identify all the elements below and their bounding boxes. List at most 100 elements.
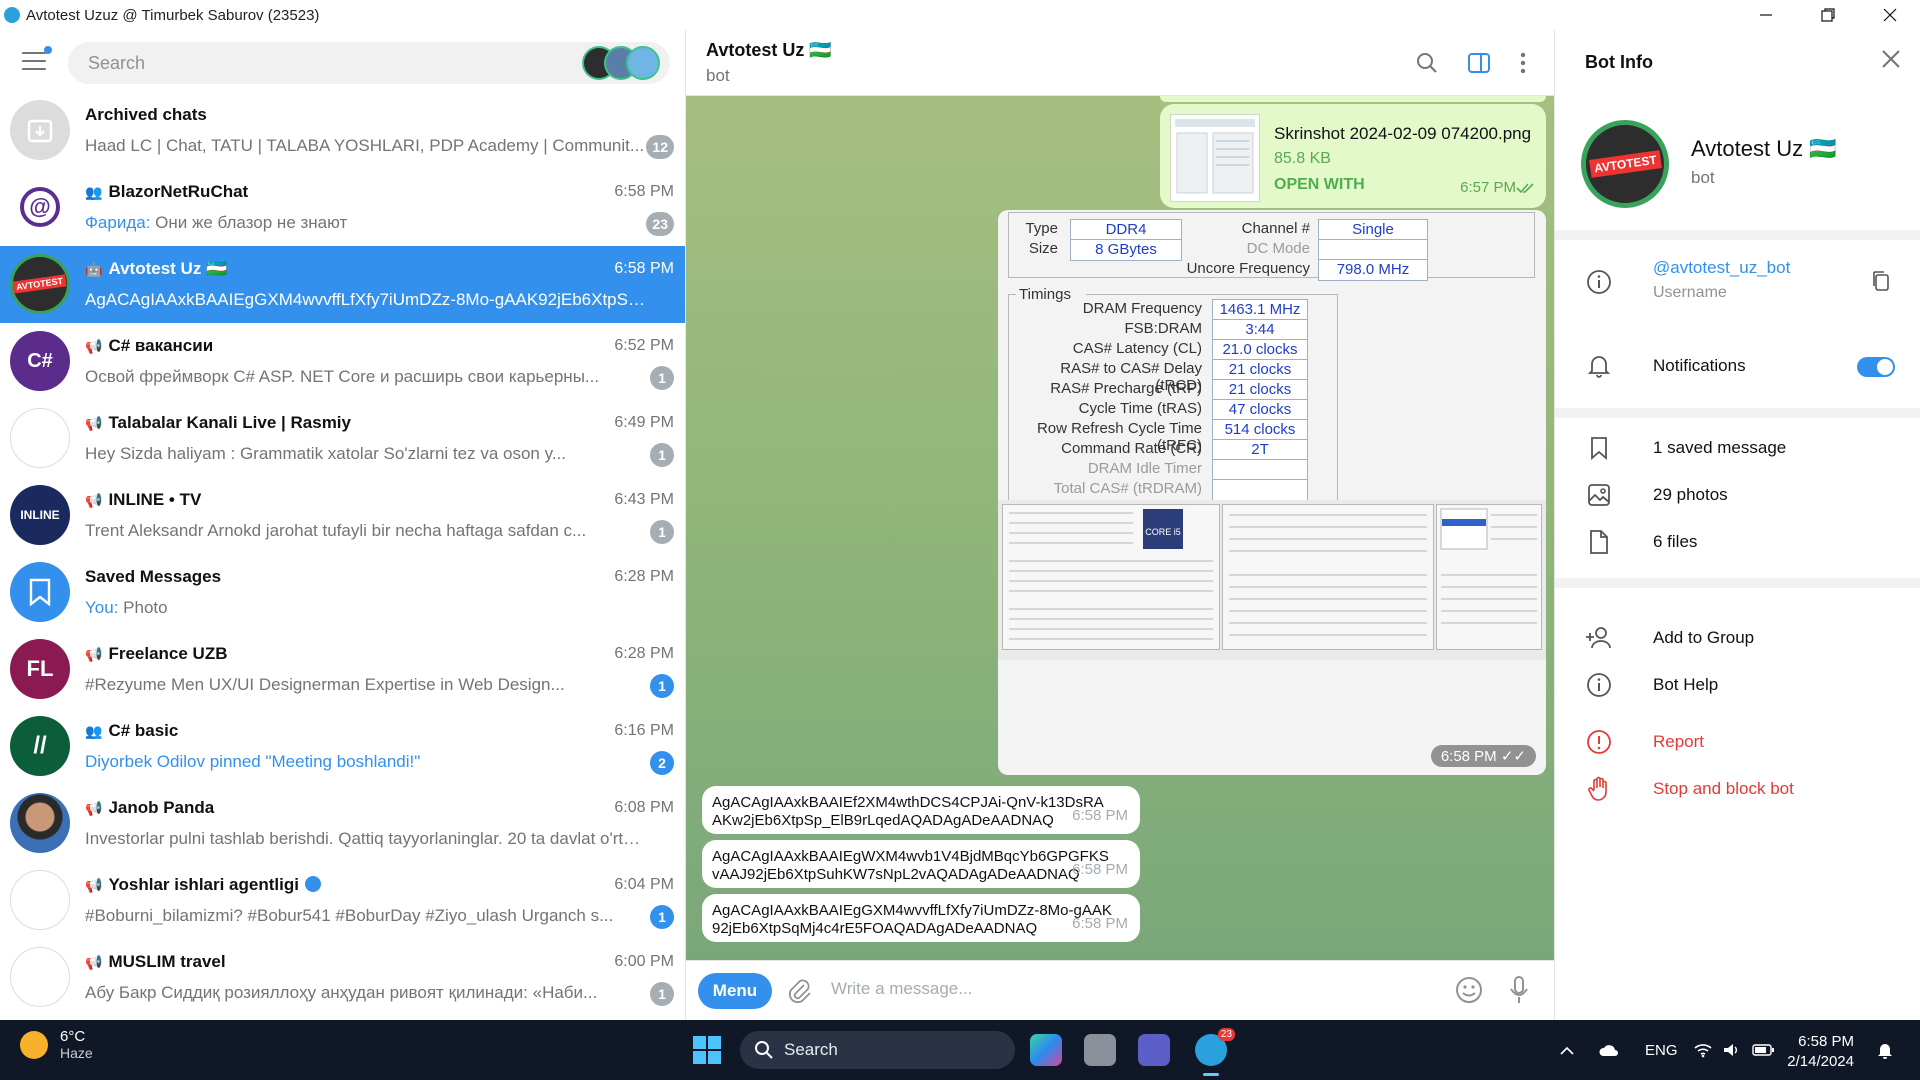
chat-name: 👥 C# basic	[85, 721, 179, 740]
input-language[interactable]: ENG	[1645, 1020, 1678, 1080]
file-thumbnail[interactable]	[1170, 114, 1260, 202]
chat-list-item[interactable]: INLINE 📢 INLINE • TV 6:43 PM Trent Aleksandr…	[0, 477, 685, 554]
chat-name: 📢 MUSLIM travel	[85, 952, 226, 971]
chat-list-item[interactable]: C# 📢 C# вакансии 6:52 PM Освой фреймворк C# …	[0, 323, 685, 400]
copy-icon[interactable]	[1871, 270, 1891, 297]
files-row[interactable]: 6 files	[1555, 528, 1920, 558]
incoming-message[interactable]: AgACAgIAAxkBAAIEf2XM4wthDCS4CPJAi-QnV-k1…	[702, 786, 1140, 834]
taskbar-search[interactable]: Search	[740, 1031, 1015, 1069]
stop-bot-row[interactable]: Stop and block bot	[1555, 775, 1920, 805]
teams-chat-icon[interactable]	[1138, 1034, 1170, 1066]
microphone-icon[interactable]	[1508, 975, 1530, 1010]
warning-icon	[1585, 728, 1613, 756]
incoming-message[interactable]: AgACAgIAAxkBAAIEgGXM4wvvffLfXfy7iUmDZz-8…	[702, 894, 1140, 942]
bot-help-row[interactable]: Bot Help	[1555, 671, 1920, 701]
chat-avatar: C#	[10, 331, 70, 391]
saved-messages-row[interactable]: 1 saved message	[1555, 434, 1920, 464]
chat-list-item[interactable]: 📢 Yoshlar ishlari agentligi 6:04 PM #Boburn…	[0, 862, 685, 939]
open-with-button[interactable]: OPEN WITH	[1274, 176, 1365, 194]
dc-mode-value	[1318, 239, 1428, 261]
photos-row[interactable]: 29 photos	[1555, 481, 1920, 511]
task-view-icon[interactable]	[1084, 1034, 1116, 1066]
emoji-icon[interactable]	[1454, 975, 1484, 1010]
bot-menu-button[interactable]: Menu	[698, 973, 772, 1009]
story-avatar[interactable]	[626, 46, 660, 80]
close-icon[interactable]	[1882, 48, 1900, 74]
copilot-icon[interactable]	[1030, 1034, 1062, 1066]
file-name: Skrinshot 2024-02-09 074200.png	[1274, 124, 1532, 143]
channel-icon: 📢	[85, 877, 103, 893]
timing-value: 514 clocks	[1212, 419, 1308, 441]
chat-panel: Avtotest Uz 🇺🇿 bot Skrinshot 2024-02-09 …	[686, 30, 1554, 1020]
bot-avatar[interactable]: AVTOTEST	[1581, 120, 1669, 208]
search-input[interactable]: Search	[68, 42, 670, 84]
chat-title: Avtotest Uz 🇺🇿	[706, 40, 832, 60]
message-time: 6:57 PM	[1460, 179, 1516, 196]
message-input[interactable]: Write a message...	[831, 979, 1391, 999]
chat-header[interactable]: Avtotest Uz 🇺🇿 bot	[686, 30, 1554, 96]
add-to-group-row[interactable]: Add to Group	[1555, 624, 1920, 654]
bot-subtitle: bot	[1691, 168, 1715, 187]
window-title: Avtotest Uzuz @ Timurbek Saburov (23523)	[26, 6, 320, 24]
unread-badge: 23	[646, 212, 674, 236]
notifications-row[interactable]: Notifications	[1555, 352, 1920, 382]
notification-bell-icon[interactable]	[1876, 1020, 1894, 1080]
channel-icon: 📢	[85, 338, 103, 354]
weather-temp: 6°C	[60, 1028, 86, 1045]
battery-icon[interactable]	[1752, 1020, 1774, 1080]
chat-time: 6:16 PM	[614, 722, 674, 739]
chat-list-item[interactable]: Saved Messages 6:28 PM You: Photo	[0, 554, 685, 631]
timing-label: DRAM Idle Timer	[1087, 460, 1202, 477]
screenshot-image[interactable]: Type DDR4 Size 8 GBytes Channel # Single…	[998, 210, 1546, 775]
side-panel-icon[interactable]	[1462, 46, 1496, 80]
add-user-icon	[1585, 624, 1613, 652]
unread-badge: 1	[650, 366, 674, 390]
channel-value: Single	[1318, 219, 1428, 241]
info-icon	[1585, 268, 1613, 296]
chat-list-item[interactable]: Archived chats Haad LC | Chat, TATU | TAL…	[0, 92, 685, 169]
volume-icon[interactable]	[1722, 1020, 1740, 1080]
weather-desc: Haze	[60, 1045, 93, 1061]
chat-list-sidebar: Search Archived chats Haad LC | Chat, TAT…	[0, 30, 686, 1020]
telegram-taskbar-icon[interactable]: 23	[1195, 1028, 1235, 1076]
windows-start-icon[interactable]	[693, 1036, 721, 1064]
chat-name: 📢 Janob Panda	[85, 798, 215, 817]
message-time: 6:58 PM	[1072, 807, 1128, 824]
system-clock[interactable]: 6:58 PM 2/14/2024	[1787, 1032, 1854, 1072]
chat-list-item[interactable]: // 👥 C# basic 6:16 PM Diyorbek Odilov pinned…	[0, 708, 685, 785]
weather-widget[interactable]: 6°C Haze	[20, 1028, 93, 1061]
size-value: 8 GBytes	[1070, 239, 1182, 261]
divider	[1555, 578, 1920, 588]
close-window-button[interactable]	[1862, 0, 1918, 30]
chat-list-item[interactable]: 📢 MUSLIM travel 6:00 PM Абу Бакр Сиддиқ роз…	[0, 939, 685, 1016]
onedrive-cloud-icon[interactable]	[1598, 1020, 1620, 1080]
chat-preview: Haad LC | Chat, TATU | TALABA YOSHLARI, …	[85, 136, 645, 155]
chat-list-item[interactable]: FL 📢 Freelance UZB 6:28 PM #Rezyume Men UX/U…	[0, 631, 685, 708]
chat-list-item[interactable]: AVTOTEST 🤖 Avtotest Uz 🇺🇿 6:58 PM AgACAgIAAx…	[0, 246, 685, 323]
attach-icon[interactable]	[786, 977, 812, 1010]
more-options-icon[interactable]	[1506, 46, 1540, 80]
cpu-info-panel: CORE i5	[1002, 504, 1220, 650]
notifications-toggle[interactable]	[1857, 357, 1895, 377]
channel-icon: 📢	[85, 800, 103, 816]
chat-list-item[interactable]: 📢 Talabalar Kanali Live | Rasmiy 6:49 PM He…	[0, 400, 685, 477]
chat-time: 6:52 PM	[614, 337, 674, 354]
bookmark-icon	[10, 562, 70, 622]
username-row[interactable]: @avtotest_uz_bot Username	[1555, 258, 1920, 314]
show-hidden-icons-chevron[interactable]	[1560, 1020, 1574, 1080]
report-row[interactable]: Report	[1555, 728, 1920, 758]
file-message[interactable]: Skrinshot 2024-02-09 074200.png 85.8 KB …	[1160, 104, 1546, 208]
stories-avatars[interactable]	[582, 46, 660, 80]
chat-time: 6:49 PM	[614, 414, 674, 431]
minimize-button[interactable]	[1738, 0, 1794, 30]
search-icon[interactable]	[1410, 46, 1444, 80]
chat-list-item[interactable]: 📢 Janob Panda 6:08 PM Investorlar pulni tas…	[0, 785, 685, 862]
message-time: 6:58 PM	[1072, 861, 1128, 878]
menu-icon[interactable]	[22, 46, 52, 70]
uzbekistan-flag-icon: 🇺🇿	[809, 40, 832, 60]
wifi-icon[interactable]	[1694, 1020, 1712, 1080]
restore-button[interactable]	[1800, 0, 1856, 30]
bot-username[interactable]: @avtotest_uz_bot	[1653, 258, 1790, 278]
chat-list-item[interactable]: @ 👥 BlazorNetRuChat 6:58 PM Фарида: Они же б…	[0, 169, 685, 246]
incoming-message[interactable]: AgACAgIAAxkBAAIEgWXM4wvb1V4BjdMBqcYb6GPG…	[702, 840, 1140, 888]
